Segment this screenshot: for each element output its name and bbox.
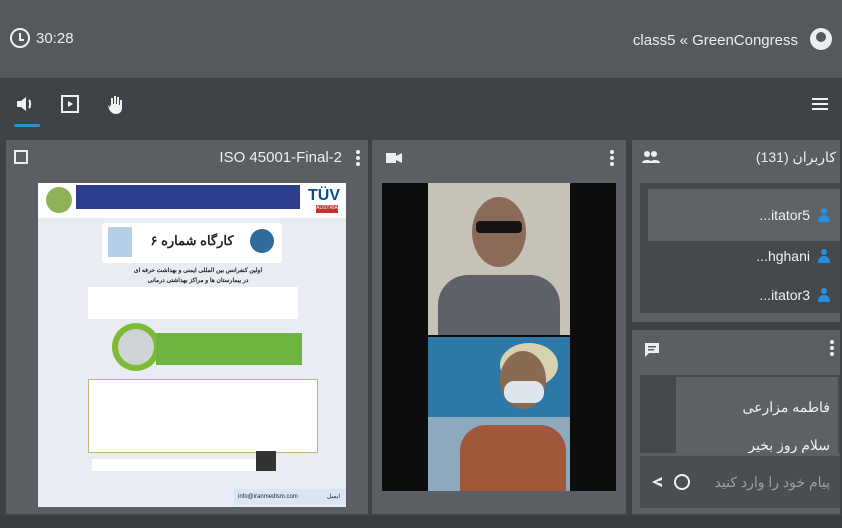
user-icon (818, 249, 830, 263)
conference-logo (46, 187, 72, 213)
chat-sender: فاطمه مزارعی (742, 399, 831, 415)
chat-icon (645, 343, 659, 357)
emoji-icon[interactable] (674, 474, 690, 490)
send-icon[interactable] (650, 475, 664, 489)
video-options-icon[interactable] (610, 150, 614, 166)
user-name: ...hghani (756, 248, 810, 264)
user-row[interactable]: ...itator5 (759, 204, 830, 226)
participant-body-2 (460, 425, 566, 491)
slide-line-2: در بیمارستان ها و مراکز بهداشتی درمانی (147, 278, 249, 284)
presentation-header: ISO 45001-Final-2 (6, 140, 368, 176)
user-row[interactable]: ...itator3 (759, 284, 830, 306)
webcam-area (382, 183, 616, 491)
workshop-content-box (88, 379, 318, 453)
qr-code (256, 451, 276, 471)
chat-messages: فاطمه مزارعی سلام روز بخیر (640, 375, 840, 453)
user-icon (818, 288, 830, 302)
user-name: ...itator3 (759, 287, 810, 303)
active-tab-indicator (14, 124, 40, 127)
slide-footer-email: info@iranmedlsm.com (238, 494, 298, 500)
chat-options-icon[interactable] (830, 340, 834, 356)
presentation-options-icon[interactable] (356, 150, 360, 166)
video-header (372, 140, 626, 176)
slide-line-1: اولین کنفرانس بین المللی ایمنی و بهداشت … (133, 268, 263, 274)
raise-hand-icon[interactable] (104, 92, 128, 116)
slide-topic-box (88, 287, 298, 319)
workshop-title: کارگاه شماره ۶ (150, 233, 234, 248)
users-title: کاربران (131) (755, 149, 836, 165)
speaker-photo-ring (112, 323, 160, 371)
bottom-bar (0, 516, 842, 528)
user-icon (818, 208, 830, 222)
participant-body-1 (438, 275, 560, 335)
face-mask (504, 381, 544, 403)
screen-share-icon[interactable] (58, 92, 82, 116)
user-row[interactable]: ...hghani (756, 245, 830, 267)
user-name: ...itator5 (759, 207, 810, 223)
video-camera-icon[interactable] (386, 152, 402, 164)
chat-input-row[interactable]: پیام خود را وارد کنید (640, 456, 840, 508)
workshop-title-box: کارگاه شماره ۶ (102, 223, 282, 263)
oshsi-logo (108, 227, 132, 257)
chat-input[interactable]: پیام خود را وارد کنید (715, 474, 831, 491)
class-title: class5 « GreenCongress (632, 32, 798, 49)
tuv-logo: TÜV (308, 187, 340, 204)
presentation-title: ISO 45001-Final-2 (219, 149, 342, 166)
tuv-sub: AUSTRIA (316, 205, 338, 213)
sponsor-logos-strip (92, 459, 272, 471)
sunglasses (476, 221, 522, 233)
user-profile-icon[interactable] (810, 28, 832, 50)
users-header: کاربران (131) (632, 140, 840, 176)
slide-footer-label: ایمیل (326, 494, 340, 500)
slide-footer: info@iranmedlsm.com ایمیل (234, 489, 346, 505)
session-timer: 30:28 (10, 28, 74, 48)
clock-icon (10, 28, 30, 48)
speaker-photo (118, 329, 154, 365)
university-logo (250, 229, 274, 253)
top-bar: 30:28 class5 « GreenCongress (0, 0, 842, 78)
speaker-name-band (156, 333, 302, 365)
presentation-icon[interactable] (14, 150, 28, 164)
slide-header: TÜV AUSTRIA (38, 183, 346, 218)
users-group-icon (642, 151, 660, 163)
conference-banner (76, 185, 300, 209)
chat-message: فاطمه مزارعی سلام روز بخیر (676, 377, 838, 453)
user-list: ...itator5 ...hghani ...itator3 (640, 183, 840, 313)
chat-text: سلام روز بخیر (748, 437, 830, 453)
toolbar (0, 78, 842, 130)
webcam-feed-1 (428, 183, 570, 335)
webcam-feed-2 (428, 337, 570, 491)
timer-text: 30:28 (36, 29, 74, 47)
slide-canvas: TÜV AUSTRIA کارگاه شماره ۶ اولین کنفرانس… (38, 183, 346, 507)
speaker-icon[interactable] (14, 92, 38, 116)
chat-header (632, 330, 840, 366)
hamburger-menu-icon[interactable] (808, 92, 832, 116)
